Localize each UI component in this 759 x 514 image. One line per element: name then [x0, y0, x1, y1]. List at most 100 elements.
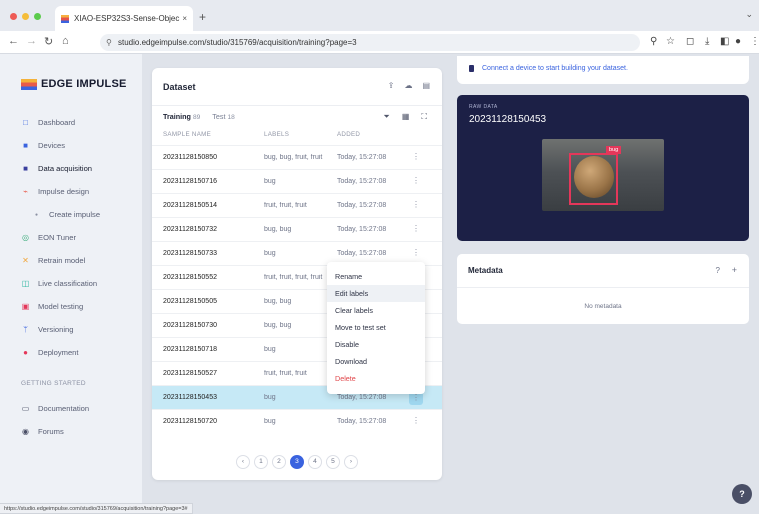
back-icon[interactable]: ← [8, 35, 19, 47]
page-button[interactable]: 5 [326, 455, 340, 469]
list-tools: ⏷ ▦ ⛶ [383, 112, 427, 122]
versioning-icon: ᛘ [23, 325, 28, 334]
menu-item-edit-labels[interactable]: Edit labels [327, 285, 425, 302]
expand-icon[interactable]: ⛶ [421, 112, 427, 122]
bookmark-star-icon[interactable]: ☆ [666, 36, 675, 47]
current-page-button[interactable]: 3 [290, 455, 304, 469]
sample-name: 20231128150716 [163, 178, 217, 185]
edge-impulse-logo-icon [21, 78, 37, 90]
edge-impulse-logo[interactable]: EDGE IMPULSE [21, 78, 127, 90]
site-info-icon[interactable]: ⚲ [106, 34, 112, 51]
reload-icon[interactable]: ↻ [44, 35, 53, 48]
select-icon[interactable]: ▦ [402, 112, 410, 122]
sample-added: Today, 15:27:08 [337, 154, 387, 161]
column-header-added[interactable]: ADDED [337, 131, 360, 138]
sample-name: 20231128150718 [163, 346, 217, 353]
menu-item-rename[interactable]: Rename [327, 268, 425, 285]
row-menu-icon[interactable]: ⋮ [412, 152, 420, 161]
page-button[interactable]: 2 [272, 455, 286, 469]
row-menu-icon[interactable]: ⋮ [412, 224, 420, 233]
zoom-icon[interactable]: ⚲ [650, 36, 657, 47]
extensions-icon[interactable]: ◻ [686, 36, 694, 47]
profile-avatar[interactable]: ● [735, 36, 741, 47]
maximize-window-dot[interactable] [34, 13, 41, 20]
row-menu-icon[interactable]: ⋮ [412, 176, 420, 185]
help-icon[interactable]: ? [716, 266, 720, 275]
deployment-icon: ● [23, 348, 28, 357]
minimize-window-dot[interactable] [22, 13, 29, 20]
prev-page-button[interactable]: ‹ [236, 455, 250, 469]
file-icon[interactable]: ▤ [422, 81, 430, 90]
menu-item-download[interactable]: Download [327, 353, 425, 370]
table-row[interactable]: 20231128150514 fruit, fruit, fruit Today, … [152, 193, 442, 217]
row-menu-icon[interactable]: ⋮ [412, 416, 420, 425]
menu-item-move-to-test-set[interactable]: Move to test set [327, 319, 425, 336]
sidebar-item-retrain-model[interactable]: ✕ Retrain model [21, 256, 85, 265]
home-icon[interactable]: ⌂ [62, 35, 69, 47]
row-menu-icon[interactable]: ⋮ [412, 248, 420, 257]
sidebar-item-eon-tuner[interactable]: ◎ EON Tuner [21, 233, 76, 242]
sample-labels: bug, bug [264, 298, 292, 305]
sidebar-item-devices[interactable]: ■ Devices [21, 141, 65, 150]
sample-labels: bug [264, 418, 276, 425]
metadata-title: Metadata [468, 266, 503, 275]
browser-menu-icon[interactable]: ⋮ [750, 36, 759, 47]
cloud-icon[interactable]: ☁ [404, 81, 412, 90]
help-button[interactable]: ? [732, 484, 752, 504]
connect-device-link[interactable]: Connect a device to start building your … [482, 65, 628, 72]
menu-item-delete[interactable]: Delete [327, 370, 425, 387]
raw-data-sample-name: 20231128150453 [469, 114, 547, 125]
edge-impulse-favicon-icon [61, 14, 69, 23]
column-header-sample-name[interactable]: SAMPLE NAME [163, 131, 211, 138]
upload-icon[interactable]: ⇪ [388, 81, 395, 90]
page-button[interactable]: 1 [254, 455, 268, 469]
next-page-button[interactable]: › [344, 455, 358, 469]
sample-name: 20231128150720 [163, 418, 217, 425]
sidebar-item-create-impulse[interactable]: ● Create impulse [32, 210, 100, 219]
row-context-menu: Rename Edit labels Clear labels Move to … [327, 262, 425, 394]
menu-item-disable[interactable]: Disable [327, 336, 425, 353]
sidebar-item-model-testing[interactable]: ▣ Model testing [21, 302, 83, 311]
sidepanel-icon[interactable]: ◧ [720, 36, 729, 47]
sidebar-item-documentation[interactable]: ▭ Documentation [21, 404, 89, 413]
sidebar-item-label: Model testing [38, 302, 84, 311]
tab-training[interactable]: Training 89 [163, 112, 200, 121]
download-icon[interactable]: ⤓ [705, 36, 709, 47]
column-header-labels[interactable]: LABELS [264, 131, 289, 138]
forward-icon[interactable]: → [26, 35, 37, 47]
menu-item-clear-labels[interactable]: Clear labels [327, 302, 425, 319]
table-row[interactable]: 20231128150732 bug, bug Today, 15:27:08 ⋮ [152, 217, 442, 241]
sample-labels: fruit, fruit, fruit, fruit [264, 274, 323, 281]
tab-list-icon[interactable]: ⌄ [745, 9, 753, 20]
browser-tab[interactable]: XIAO-ESP32S3-Sense-Objec × [55, 6, 193, 31]
table-row[interactable]: 20231128150716 bug Today, 15:27:08 ⋮ [152, 169, 442, 193]
tab-label: Test [212, 112, 226, 121]
bullet-icon: ● [34, 211, 39, 218]
sidebar-item-data-acquisition[interactable]: ■ Data acquisition [21, 164, 92, 173]
sidebar-item-label: Deployment [38, 348, 79, 357]
forums-icon: ◉ [22, 427, 29, 436]
filter-icon[interactable]: ⏷ [383, 112, 389, 122]
address-bar[interactable]: ⚲ studio.edgeimpulse.com/studio/315769/a… [100, 34, 640, 51]
sidebar-item-forums[interactable]: ◉ Forums [21, 427, 64, 436]
table-row[interactable]: 20231128150850 bug, bug, fruit, fruit Toda… [152, 145, 442, 169]
tab-close-icon[interactable]: × [182, 14, 187, 23]
add-metadata-button[interactable]: + [732, 265, 737, 275]
sidebar-item-label: Create impulse [49, 210, 101, 219]
sidebar-item-live-classification[interactable]: ◫ Live classification [21, 279, 97, 288]
connect-device-banner[interactable]: Connect a device to start building your … [457, 56, 749, 84]
sample-name: 20231128150453 [163, 394, 217, 401]
table-row[interactable]: 20231128150720 bug Today, 15:27:08 ⋮ [152, 409, 442, 433]
new-tab-button[interactable]: + [199, 10, 206, 24]
sample-added: Today, 15:27:08 [337, 250, 387, 257]
sidebar-item-deployment[interactable]: ● Deployment [21, 348, 79, 357]
sidebar-item-impulse-design[interactable]: ⌁ Impulse design [21, 187, 89, 196]
tab-test[interactable]: Test 18 [212, 112, 235, 121]
close-window-dot[interactable] [10, 13, 17, 20]
row-menu-icon[interactable]: ⋮ [412, 200, 420, 209]
dashboard-icon: □ [23, 118, 28, 127]
sidebar-item-versioning[interactable]: ᛘ Versioning [21, 325, 73, 334]
sidebar-item-dashboard[interactable]: □ Dashboard [21, 118, 75, 127]
page-button[interactable]: 4 [308, 455, 322, 469]
sample-labels: bug [264, 394, 276, 401]
